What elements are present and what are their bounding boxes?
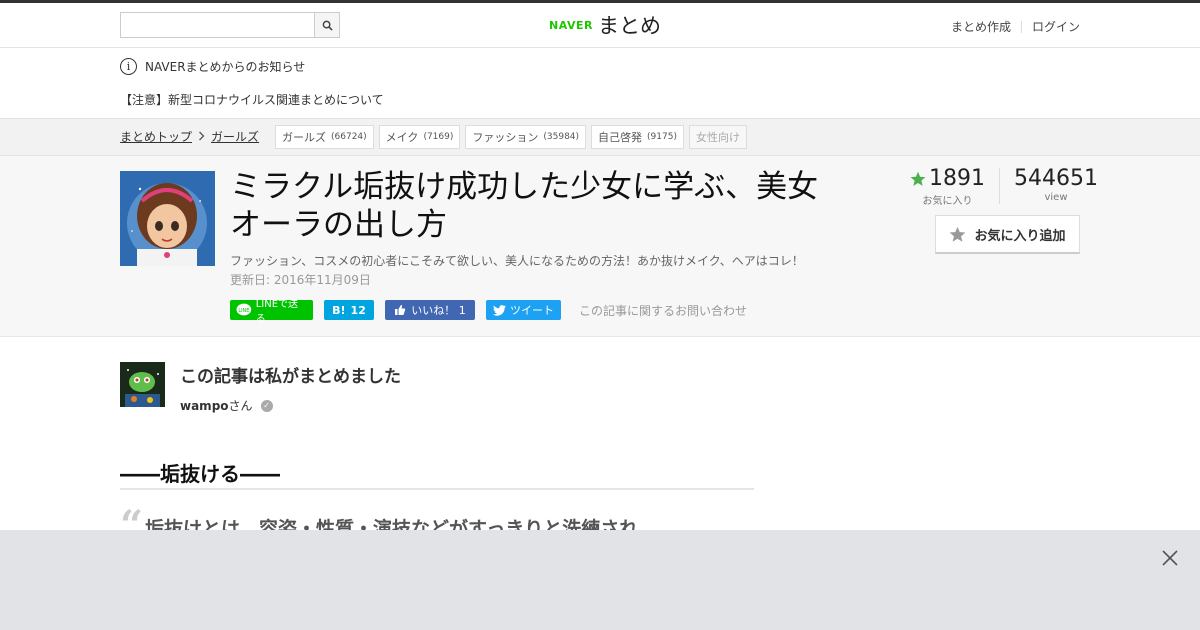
hatena-count: 12 <box>350 303 366 317</box>
info-icon: i <box>120 58 137 75</box>
hatena-bookmark-button[interactable]: B! 12 <box>324 300 374 320</box>
tag-label: 自己啓発 <box>598 131 643 144</box>
contact-link[interactable]: この記事に関するお問い合わせ <box>579 302 747 319</box>
favorites-stat: 1891 お気に入り <box>910 166 985 207</box>
tweet-label: ツイート <box>510 304 554 317</box>
article-header: ミラクル垢抜け成功した少女に学ぶ、美女オーラの出し方 ファッション、コスメの初心… <box>0 156 1200 337</box>
author-name-suffix: さん <box>228 399 253 413</box>
verified-check-icon: ✓ <box>260 399 273 412</box>
article-thumbnail <box>120 171 215 266</box>
tweet-button[interactable]: ツイート <box>486 300 561 320</box>
author-heading: この記事は私がまとめました <box>180 367 401 387</box>
stats-divider <box>999 168 1000 204</box>
header-divider <box>1020 20 1022 33</box>
breadcrumb-item-girls[interactable]: ガールズ <box>211 128 259 145</box>
views-label: view <box>1044 192 1068 203</box>
notice-item-link[interactable]: 【注意】新型コロナウイルス関連まとめについて <box>120 91 384 108</box>
search-box <box>120 12 340 38</box>
search-icon <box>322 20 333 31</box>
tag-count: (35984) <box>543 132 580 142</box>
tag-count: (66724) <box>331 132 367 142</box>
site-logo[interactable]: NAVER まとめ <box>549 10 661 40</box>
line-share-button[interactable]: LINE LINEで送る <box>230 299 313 325</box>
breadcrumb: まとめトップ ガールズ <box>120 128 259 145</box>
breadcrumb-bar: まとめトップ ガールズ ガールズ (66724) メイク (7169) ファッシ… <box>0 118 1200 156</box>
line-icon: LINE <box>236 303 252 316</box>
close-icon <box>1162 550 1178 566</box>
author-box: この記事は私がまとめました wampo さん ✓ <box>120 362 401 414</box>
favorites-count: 1891 <box>929 166 985 191</box>
login-link[interactable]: ログイン <box>1032 18 1080 35</box>
facebook-like-button[interactable]: いいね！ 1 <box>385 300 475 320</box>
tag-fashion[interactable]: ファッション (35984) <box>465 125 587 149</box>
tag-for-women[interactable]: 女性向け <box>688 125 747 149</box>
twitter-bird-icon <box>493 304 506 316</box>
avatar[interactable] <box>120 362 165 407</box>
create-matome-link[interactable]: まとめ作成 <box>951 18 1011 35</box>
tag-label: ファッション <box>472 131 539 144</box>
svg-text:LINE: LINE <box>238 308 249 314</box>
line-share-label: LINEで送る <box>255 299 299 325</box>
tag-count: (9175) <box>647 132 677 142</box>
updated-date: 更新日: 2016年11月09日 <box>230 273 371 287</box>
favorites-label: お気に入り <box>922 196 973 207</box>
section-divider <box>120 488 754 490</box>
search-button[interactable] <box>314 13 339 37</box>
article-stats: 1891 お気に入り 544651 view <box>910 166 1098 207</box>
notice-title: NAVERまとめからのお知らせ <box>145 60 306 74</box>
share-bar: LINE LINEで送る B! 12 いいね！ 1 ツイート この記事に関するお… <box>230 299 747 325</box>
star-icon <box>910 171 926 186</box>
search-input[interactable] <box>121 13 314 37</box>
ad-banner <box>0 530 1200 630</box>
matome-logo-text: まとめ <box>597 14 661 38</box>
hatena-icon: B! <box>332 303 346 317</box>
article-description: ファッション、コスメの初心者にこそみて欲しい、美人になるための方法！あか抜けメイ… <box>230 254 804 268</box>
tag-list: ガールズ (66724) メイク (7169) ファッション (35984) 自… <box>275 125 747 149</box>
tag-self-improvement[interactable]: 自己啓発 (9175) <box>591 125 684 149</box>
tag-label: ガールズ <box>282 131 326 144</box>
tag-girls[interactable]: ガールズ (66724) <box>275 125 374 149</box>
facebook-like-label: いいね！ 1 <box>411 304 466 317</box>
tag-label: 女性向け <box>695 131 740 144</box>
article-title: ミラクル垢抜け成功した少女に学ぶ、美女オーラの出し方 <box>230 169 819 243</box>
tag-label: メイク <box>385 131 419 144</box>
notice-header: i NAVERまとめからのお知らせ <box>120 58 305 75</box>
add-favorite-button[interactable]: お気に入り追加 <box>935 215 1080 254</box>
add-favorite-label: お気に入り追加 <box>974 228 1066 244</box>
top-header: NAVER まとめ まとめ作成 ログイン <box>0 0 1200 48</box>
views-count: 544651 <box>1014 166 1098 191</box>
naver-logo-text: NAVER <box>549 18 593 32</box>
close-ad-button[interactable] <box>1160 548 1180 568</box>
tag-count: (7169) <box>423 132 454 142</box>
views-stat: 544651 view <box>1014 166 1098 207</box>
breadcrumb-item-top[interactable]: まとめトップ <box>120 128 192 145</box>
section-heading: ――垢抜ける―― <box>120 462 280 486</box>
chevron-right-icon <box>198 130 205 144</box>
star-icon <box>950 226 966 242</box>
author-name-link[interactable]: wampo <box>180 399 229 413</box>
tag-makeup[interactable]: メイク (7169) <box>378 125 461 149</box>
header-links: まとめ作成 ログイン <box>951 18 1080 35</box>
thumbs-up-icon <box>395 305 406 315</box>
author-name-row: wampo さん ✓ <box>180 397 401 414</box>
